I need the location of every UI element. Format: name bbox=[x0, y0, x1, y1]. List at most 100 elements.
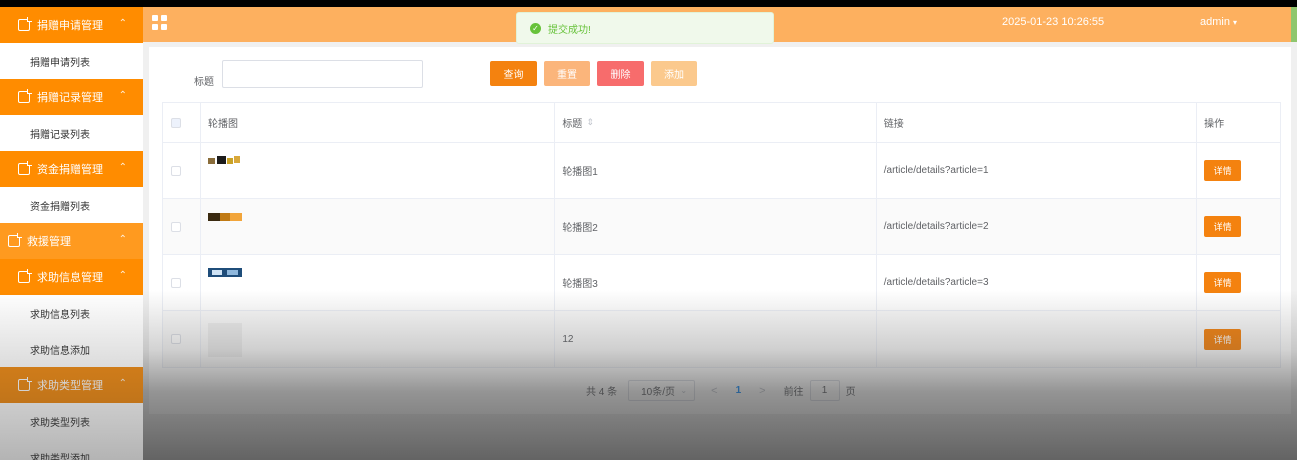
action-cell: 详情 bbox=[1197, 143, 1280, 198]
column-header-image: 轮播图 bbox=[201, 103, 556, 142]
current-page[interactable]: 1 bbox=[736, 385, 742, 396]
row-checkbox[interactable] bbox=[171, 334, 181, 344]
prev-page-button[interactable]: < bbox=[711, 385, 717, 397]
title-cell: 轮播图2 bbox=[555, 199, 877, 254]
carousel-thumbnail[interactable] bbox=[207, 155, 242, 166]
delete-button[interactable]: 删除 bbox=[597, 61, 644, 86]
sidebar-item[interactable]: 资金捐赠列表 bbox=[0, 187, 143, 223]
edit-icon bbox=[18, 19, 30, 31]
sidebar-item[interactable]: 求助信息列表 bbox=[0, 295, 143, 331]
page-suffix: 页 bbox=[845, 387, 856, 398]
header-edge bbox=[1291, 7, 1297, 42]
sidebar-item-label: 捐赠记录列表 bbox=[30, 129, 90, 141]
detail-button[interactable]: 详情 bbox=[1204, 272, 1242, 293]
sidebar-item[interactable]: 求助类型添加 bbox=[0, 439, 143, 460]
chevron-down-icon: ▾ bbox=[1233, 18, 1238, 27]
detail-button[interactable]: 详情 bbox=[1204, 328, 1242, 350]
edit-icon bbox=[8, 235, 20, 247]
row-checkbox-cell bbox=[163, 311, 201, 367]
content-card: 标题 查询 重置 删除 添加 轮播图 标题 ⇕ 链接 操作 轮播图1/articl… bbox=[149, 47, 1291, 414]
carousel-image-cell bbox=[201, 143, 556, 198]
sidebar-group-label: 捐赠记录管理 bbox=[37, 92, 103, 104]
sidebar-group[interactable]: 救援管理 ⌃ bbox=[0, 223, 143, 259]
carousel-thumbnail[interactable] bbox=[207, 267, 242, 278]
column-header-link: 链接 bbox=[877, 103, 1198, 142]
main-content: 标题 查询 重置 删除 添加 轮播图 标题 ⇕ 链接 操作 轮播图1/articl… bbox=[143, 42, 1297, 460]
sidebar-item-label: 捐赠申请列表 bbox=[30, 57, 90, 69]
chevron-up-icon: ⌃ bbox=[118, 234, 127, 245]
row-checkbox-cell bbox=[163, 199, 201, 254]
carousel-image-cell bbox=[201, 199, 556, 254]
column-header-title[interactable]: 标题 ⇕ bbox=[555, 103, 877, 142]
chevron-up-icon: ⌃ bbox=[118, 18, 127, 29]
page-size-select[interactable]: 10条/页 ⌄ bbox=[628, 380, 696, 401]
sidebar-group[interactable]: 资金捐赠管理 ⌃ bbox=[0, 151, 143, 187]
data-table: 轮播图 标题 ⇕ 链接 操作 轮播图1/article/details?artic… bbox=[162, 102, 1281, 368]
link-cell: /article/details?article=1 bbox=[877, 143, 1198, 198]
toast-message: 提交成功! bbox=[548, 24, 591, 36]
sidebar-group[interactable]: 求助信息管理 ⌃ bbox=[0, 259, 143, 295]
sidebar-item[interactable]: 求助类型列表 bbox=[0, 403, 143, 439]
carousel-image-cell bbox=[201, 255, 556, 310]
table-row: 轮播图3/article/details?article=3 详情 bbox=[163, 255, 1280, 311]
chevron-up-icon: ⌃ bbox=[118, 90, 127, 101]
detail-button[interactable]: 详情 bbox=[1204, 160, 1242, 181]
sidebar-item[interactable]: 求助信息添加 bbox=[0, 331, 143, 367]
edit-icon bbox=[18, 271, 30, 283]
action-cell: 详情 bbox=[1197, 311, 1280, 367]
pagination: 共 4 条 10条/页 ⌄ < 1 > 前往 1 页 bbox=[586, 380, 856, 401]
success-toast: ✓ 提交成功! bbox=[516, 12, 774, 44]
title-cell: 轮播图3 bbox=[555, 255, 877, 310]
row-checkbox[interactable] bbox=[171, 165, 181, 176]
edit-icon bbox=[18, 163, 30, 175]
add-button[interactable]: 添加 bbox=[651, 61, 697, 86]
search-label: 标题 bbox=[194, 77, 214, 88]
chevron-up-icon: ⌃ bbox=[118, 378, 127, 389]
sidebar-group-label: 求助类型管理 bbox=[37, 380, 103, 392]
sidebar-item-label: 求助信息添加 bbox=[30, 345, 90, 357]
success-check-icon: ✓ bbox=[530, 22, 541, 34]
row-checkbox[interactable] bbox=[171, 277, 181, 288]
table-row: 轮播图2/article/details?article=2 详情 bbox=[163, 199, 1280, 255]
carousel-thumbnail[interactable] bbox=[207, 211, 242, 222]
action-cell: 详情 bbox=[1197, 199, 1280, 254]
sidebar-item-label: 求助类型列表 bbox=[30, 417, 90, 429]
carousel-image-cell bbox=[201, 311, 556, 367]
link-cell: /article/details?article=3 bbox=[877, 255, 1198, 310]
reset-button[interactable]: 重置 bbox=[544, 61, 590, 86]
sidebar-group[interactable]: 求助类型管理 ⌃ bbox=[0, 367, 143, 403]
query-button[interactable]: 查询 bbox=[490, 61, 537, 86]
title-search-input[interactable] bbox=[222, 60, 423, 88]
link-cell: /article/details?article=2 bbox=[877, 199, 1198, 254]
page-size-value: 10条/页 bbox=[641, 387, 676, 398]
pagination-total: 共 4 条 bbox=[586, 387, 618, 398]
chevron-up-icon: ⌃ bbox=[118, 270, 127, 281]
goto-label: 前往 bbox=[783, 387, 804, 398]
carousel-thumbnail[interactable] bbox=[207, 323, 242, 357]
link-cell bbox=[877, 311, 1198, 367]
detail-button[interactable]: 详情 bbox=[1204, 216, 1242, 237]
action-cell: 详情 bbox=[1197, 255, 1280, 310]
select-all-checkbox[interactable] bbox=[171, 117, 181, 128]
sidebar-group[interactable]: 捐赠申请管理 ⌃ bbox=[0, 7, 143, 43]
sidebar-group-label: 救援管理 bbox=[27, 236, 71, 248]
header-checkbox-cell bbox=[163, 103, 201, 142]
row-checkbox[interactable] bbox=[171, 221, 181, 232]
sidebar-item-label: 求助类型添加 bbox=[30, 453, 90, 460]
sidebar-item[interactable]: 捐赠记录列表 bbox=[0, 115, 143, 151]
sidebar-group[interactable]: 捐赠记录管理 ⌃ bbox=[0, 79, 143, 115]
next-page-button[interactable]: > bbox=[759, 385, 765, 397]
chevron-down-icon: ⌄ bbox=[680, 386, 688, 395]
user-name: admin bbox=[1200, 16, 1230, 28]
user-menu[interactable]: admin ▾ bbox=[1200, 16, 1237, 28]
sort-icon[interactable]: ⇕ bbox=[586, 117, 594, 128]
menu-grid-icon[interactable] bbox=[152, 15, 167, 30]
column-header-action: 操作 bbox=[1204, 119, 1225, 130]
top-strip bbox=[0, 0, 1297, 7]
table-row: 12 详情 bbox=[163, 311, 1280, 367]
title-cell: 轮播图1 bbox=[555, 143, 877, 198]
sidebar-group-label: 资金捐赠管理 bbox=[37, 164, 103, 176]
goto-page-input[interactable]: 1 bbox=[809, 380, 840, 401]
sidebar-item[interactable]: 捐赠申请列表 bbox=[0, 43, 143, 79]
sidebar-group-label: 捐赠申请管理 bbox=[37, 20, 103, 32]
